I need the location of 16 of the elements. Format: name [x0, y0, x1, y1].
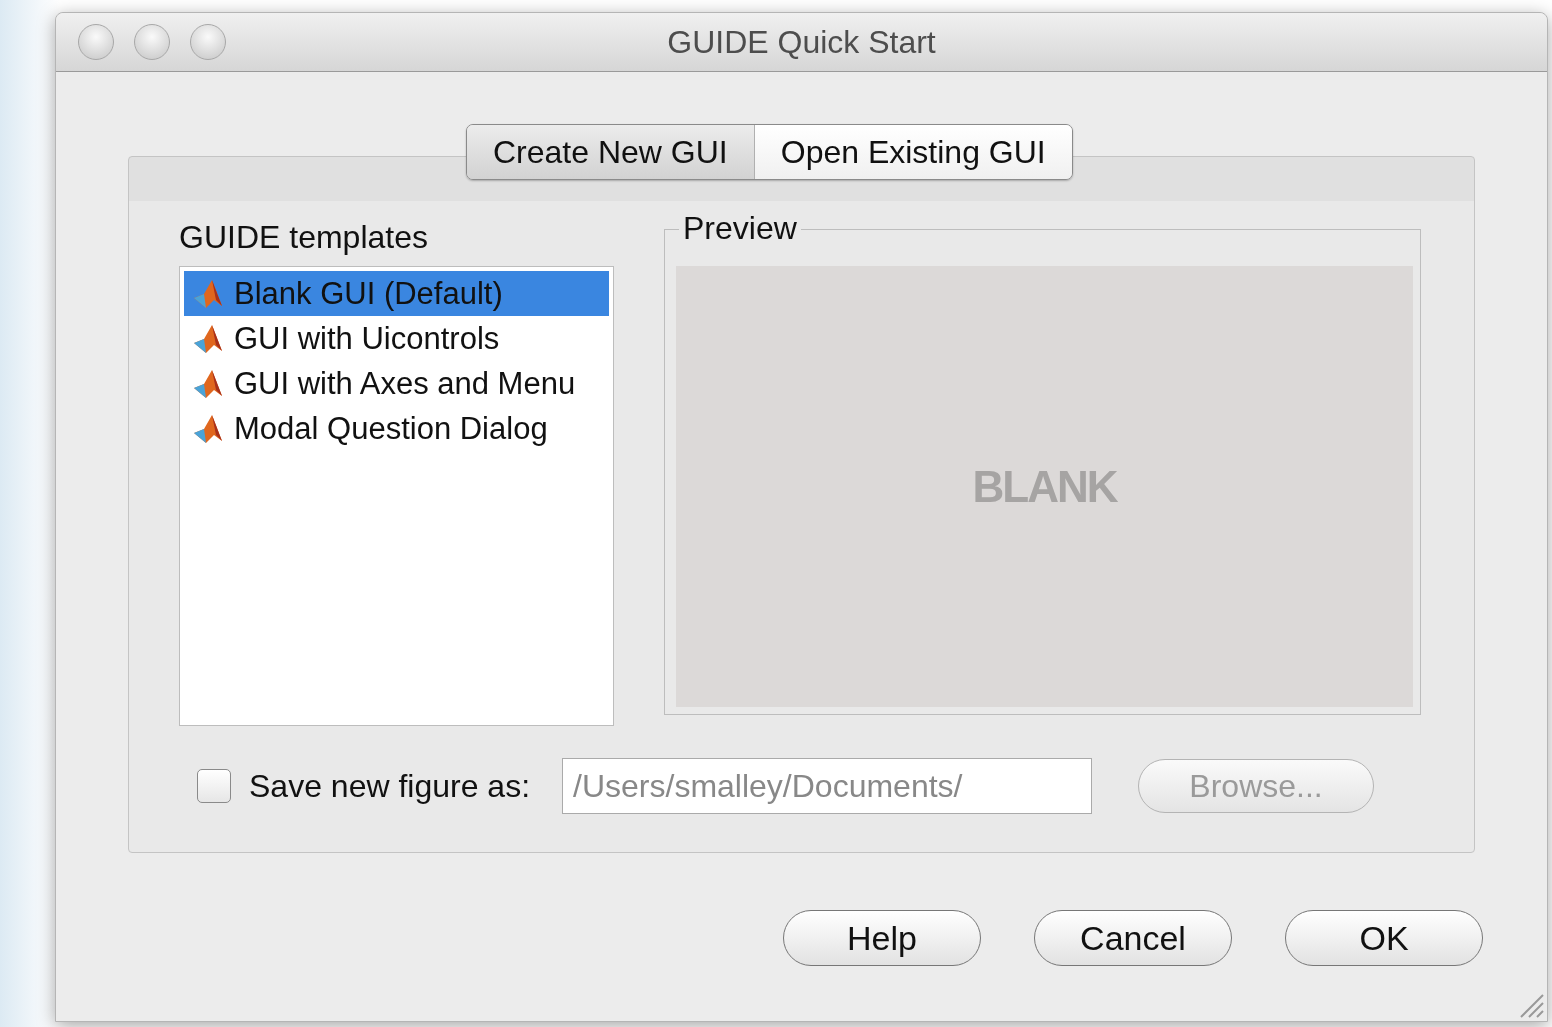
dialog-button[interactable]: Cancel: [1034, 910, 1232, 966]
tab[interactable]: Create New GUI: [467, 125, 754, 179]
list-item[interactable]: Blank GUI (Default): [184, 271, 609, 316]
list-item[interactable]: GUI with Uicontrols: [184, 316, 609, 361]
list-item[interactable]: Modal Question Dialog: [184, 406, 609, 451]
window-control-button[interactable]: [78, 24, 114, 60]
list-label: GUIDE templates: [179, 219, 429, 256]
template-list[interactable]: Blank GUI (Default) GUI with Uicontrols GUI with Axes and Menu Modal Question Dialog: [179, 266, 614, 726]
dialog-button[interactable]: Help: [783, 910, 981, 966]
window-control-button[interactable]: [134, 24, 170, 60]
list-item[interactable]: GUI with Axes and Menu: [184, 361, 609, 406]
window-control-button[interactable]: [190, 24, 226, 60]
checkbox-label: Save new figure as:: [249, 767, 531, 805]
tab[interactable]: Open Existing GUI: [753, 125, 1072, 179]
window-title: GUIDE Quick Start: [667, 23, 936, 60]
dialog-button[interactable]: OK: [1285, 910, 1483, 966]
